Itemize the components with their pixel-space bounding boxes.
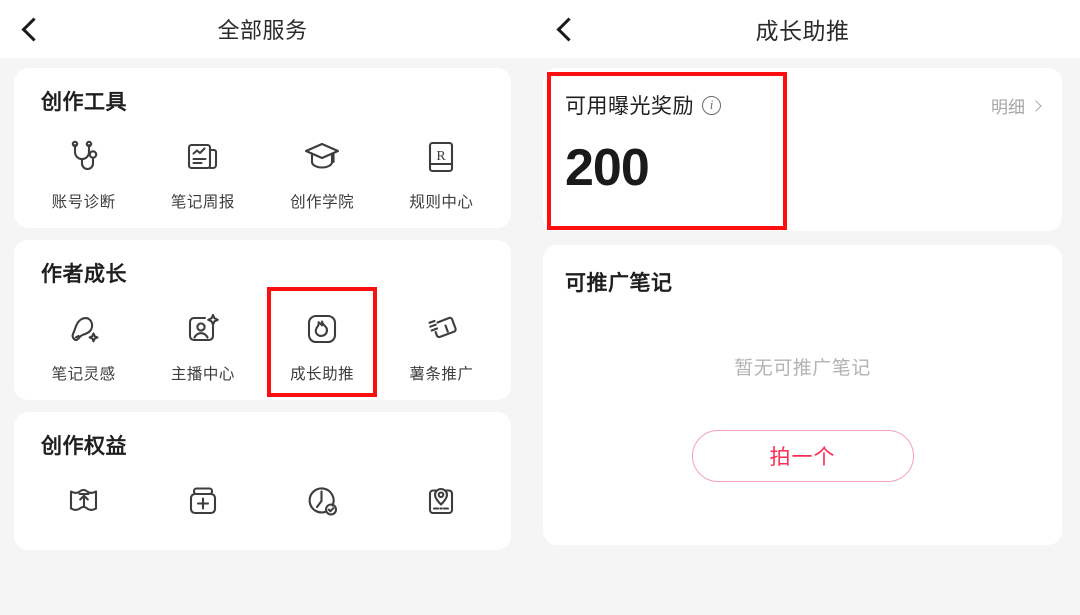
section-title: 作者成长 <box>41 263 127 286</box>
back-button[interactable] <box>10 0 56 58</box>
rule-book-r-icon: R <box>420 136 462 178</box>
report-chart-icon <box>182 136 224 178</box>
grid-item-label: 创作学院 <box>290 194 355 211</box>
fries-cards-icon <box>420 308 462 350</box>
promotable-notes-card: 可推广笔记 暂无可推广笔记 拍一个 <box>543 245 1062 545</box>
icon-grid <box>24 476 501 536</box>
reward-label: 可用曝光奖励 <box>565 95 694 118</box>
grid-item-growth-boost[interactable]: 成长助推 <box>263 287 382 397</box>
flame-rounded-square-icon <box>301 308 343 350</box>
shoot-one-button[interactable]: 拍一个 <box>691 430 914 482</box>
page-title: 全部服务 <box>217 18 308 43</box>
grid-item-label: 主播中心 <box>170 366 235 383</box>
grid-item-label: 规则中心 <box>409 194 474 211</box>
grid-item-label: 笔记周报 <box>170 194 235 211</box>
section-title: 创作工具 <box>41 91 127 114</box>
info-circle-icon[interactable]: i <box>702 95 721 115</box>
grid-item-note-inspiration[interactable]: 笔记灵感 <box>24 304 143 386</box>
grid-item-creator-academy[interactable]: 创作学院 <box>263 132 382 214</box>
detail-link-label: 明细 <box>991 98 1025 117</box>
chevron-right-icon <box>1030 99 1042 112</box>
grid-item-benefit-1[interactable] <box>24 476 143 536</box>
reward-value: 200 <box>565 139 650 197</box>
detail-link[interactable]: 明细 <box>991 90 1042 118</box>
chevron-left-icon <box>555 16 581 42</box>
graduation-cap-icon <box>301 136 343 178</box>
empty-state: 暂无可推广笔记 拍一个 <box>565 353 1040 482</box>
promo-card-title: 可推广笔记 <box>565 272 673 295</box>
available-exposure-reward-card: 可用曝光奖励 i 明细 200 <box>543 68 1062 231</box>
grid-item-anchor-center[interactable]: 主播中心 <box>143 304 262 386</box>
location-card-icon <box>420 480 462 522</box>
grid-item-benefit-4[interactable] <box>382 476 501 536</box>
empty-state-text: 暂无可推广笔记 <box>734 358 871 379</box>
right-scroll-area[interactable]: 可用曝光奖励 i 明细 200 可推广笔记 暂无可推广笔记 拍一个 <box>525 58 1080 615</box>
grid-item-note-weekly-report[interactable]: 笔记周报 <box>143 132 262 214</box>
grid-item-label: 薯条推广 <box>409 366 474 383</box>
svg-text:R: R <box>437 149 447 164</box>
grid-item-rule-center[interactable]: R 规则中心 <box>382 132 501 214</box>
left-scroll-area[interactable]: 创作工具 账号诊断 笔记周报 创作学院 R 规则中心 作者成长 笔记灵感 主播中… <box>0 58 525 615</box>
lightbulb-sparkle-icon <box>63 308 105 350</box>
back-button[interactable] <box>545 0 591 58</box>
right-panel-growth-boost: 成长助推 可用曝光奖励 i 明细 200 可推广笔记 暂无可推广笔记 拍一个 <box>525 0 1080 615</box>
grid-item-account-diagnosis[interactable]: 账号诊断 <box>24 132 143 214</box>
right-navbar: 成长助推 <box>525 0 1080 58</box>
grid-item-label: 账号诊断 <box>51 194 116 211</box>
icon-grid: 笔记灵感 主播中心 成长助推 薯条推广 <box>24 287 501 397</box>
reward-label-wrap: 可用曝光奖励 i <box>565 90 721 120</box>
left-panel-all-services: 全部服务 创作工具 账号诊断 笔记周报 创作学院 R 规则中心 作者成长 笔记灵… <box>0 0 525 615</box>
app-screen: 全部服务 创作工具 账号诊断 笔记周报 创作学院 R 规则中心 作者成长 笔记灵… <box>0 0 1080 615</box>
grid-item-benefit-3[interactable] <box>263 476 382 536</box>
section-card-author-growth: 作者成长 笔记灵感 主播中心 成长助推 薯条推广 <box>14 240 511 400</box>
section-title: 创作权益 <box>41 435 127 458</box>
person-frame-sparkle-icon <box>182 308 224 350</box>
grid-item-fries-promotion[interactable]: 薯条推广 <box>382 304 501 386</box>
stethoscope-icon <box>63 136 105 178</box>
left-navbar: 全部服务 <box>0 0 525 58</box>
reward-card-header: 可用曝光奖励 i 明细 <box>565 90 1042 120</box>
book-upload-icon <box>63 480 105 522</box>
grid-item-label: 笔记灵感 <box>51 366 116 383</box>
grid-item-benefit-2[interactable] <box>143 476 262 536</box>
clock-check-icon <box>301 480 343 522</box>
section-card-creation-tools: 创作工具 账号诊断 笔记周报 创作学院 R 规则中心 <box>14 68 511 228</box>
grid-item-label: 成长助推 <box>290 366 355 383</box>
box-plus-icon <box>182 480 224 522</box>
page-title: 成长助推 <box>755 18 850 44</box>
icon-grid: 账号诊断 笔记周报 创作学院 R 规则中心 <box>24 132 501 214</box>
section-card-creator-benefits: 创作权益 <box>14 412 511 550</box>
chevron-left-icon <box>20 16 46 42</box>
